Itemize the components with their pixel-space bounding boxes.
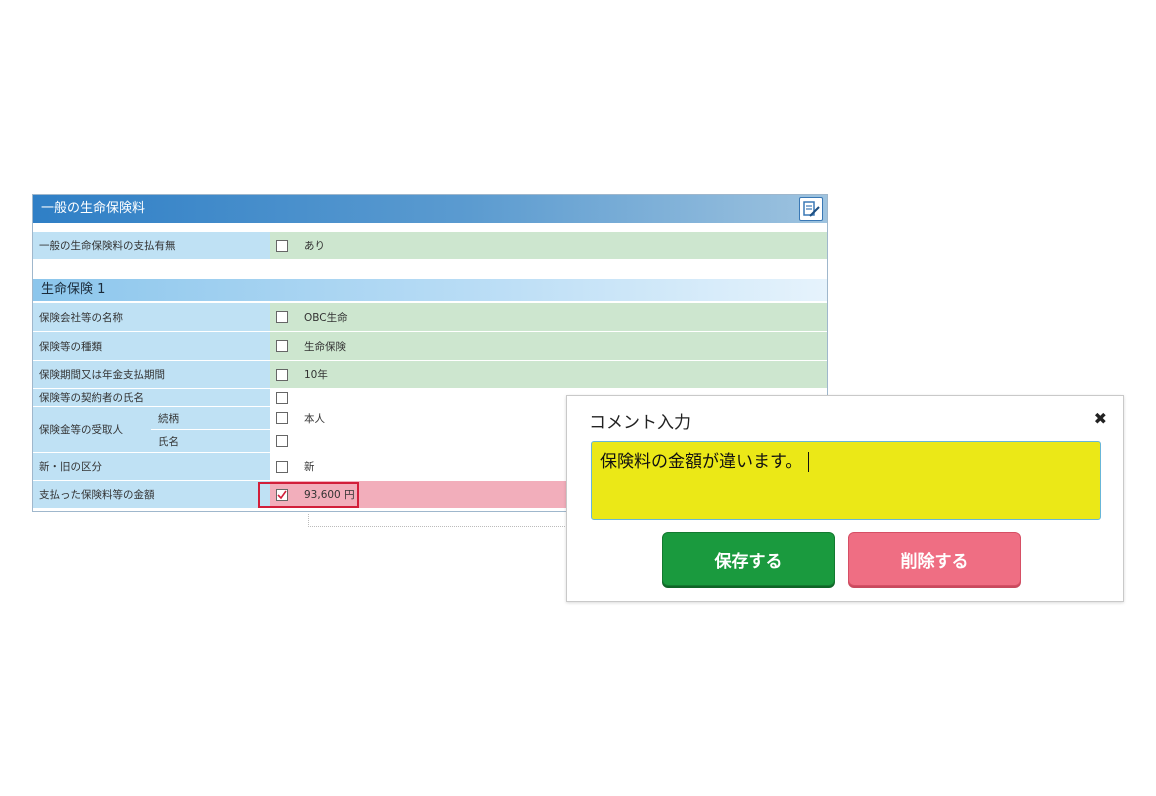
comment-dialog: コメント入力 ✖ 保険料の金額が違います。 保存する 削除する xyxy=(566,395,1124,602)
checkbox[interactable] xyxy=(276,239,288,252)
comment-input[interactable]: 保険料の金額が違います。 xyxy=(591,441,1101,520)
dialog-title: コメント入力 xyxy=(589,413,691,433)
payment-row: 一般の生命保険料の支払有無 あり xyxy=(33,232,827,260)
close-icon[interactable]: ✖ xyxy=(1094,409,1107,428)
row-label: 保険期間又は年金支払期間 xyxy=(33,361,270,389)
checkbox[interactable] xyxy=(276,460,288,473)
row-label: 支払った保険料等の金額 xyxy=(33,481,270,509)
table-row: 保険会社等の名称 OBC生命 xyxy=(33,303,827,332)
sub-label: 続柄 xyxy=(158,412,179,425)
sub-label-cell: 続柄 xyxy=(151,407,270,430)
row-value: あり xyxy=(294,232,827,260)
row-label: 新・旧の区分 xyxy=(33,453,270,481)
checkbox[interactable] xyxy=(276,412,288,424)
checkbox-cell xyxy=(270,361,294,389)
table-row: 保険期間又は年金支払期間 10年 xyxy=(33,361,827,389)
checkbox-cell xyxy=(270,232,294,260)
row-value: 生命保険 xyxy=(294,332,827,361)
row-label: 一般の生命保険料の支払有無 xyxy=(33,232,270,260)
sub-label: 氏名 xyxy=(158,435,179,448)
highlight-box xyxy=(258,482,359,508)
checkbox-cell xyxy=(270,430,294,453)
save-button[interactable]: 保存する xyxy=(662,532,835,586)
checkbox-cell xyxy=(270,332,294,361)
row-label: 保険会社等の名称 xyxy=(33,303,270,332)
checkbox[interactable] xyxy=(276,340,288,352)
row-label: 保険等の種類 xyxy=(33,332,270,361)
table-row: 保険等の種類 生命保険 xyxy=(33,332,827,361)
comment-text: 保険料の金額が違います。 xyxy=(600,452,803,472)
checkbox[interactable] xyxy=(276,311,288,323)
panel-title: 一般の生命保険料 xyxy=(41,201,146,216)
checkbox[interactable] xyxy=(276,435,288,447)
checkbox-cell xyxy=(270,407,294,430)
dotted-connector xyxy=(308,514,609,527)
edit-icon[interactable] xyxy=(799,197,823,221)
checkbox-cell xyxy=(270,389,294,407)
section-header: 生命保険 1 xyxy=(33,279,827,301)
text-caret xyxy=(808,452,810,472)
section-title: 生命保険 1 xyxy=(41,282,106,297)
checkbox-cell xyxy=(270,303,294,332)
checkbox-cell xyxy=(270,453,294,481)
checkbox[interactable] xyxy=(276,368,288,381)
panel-header: 一般の生命保険料 xyxy=(33,195,827,223)
row-label: 保険金等の受取人 xyxy=(33,407,151,453)
checkbox[interactable] xyxy=(276,391,288,404)
sub-label-cell: 氏名 xyxy=(151,430,270,453)
delete-button[interactable]: 削除する xyxy=(848,532,1021,586)
row-value: 10年 xyxy=(294,361,827,389)
row-label: 保険等の契約者の氏名 xyxy=(33,389,270,407)
row-value: OBC生命 xyxy=(294,303,827,332)
